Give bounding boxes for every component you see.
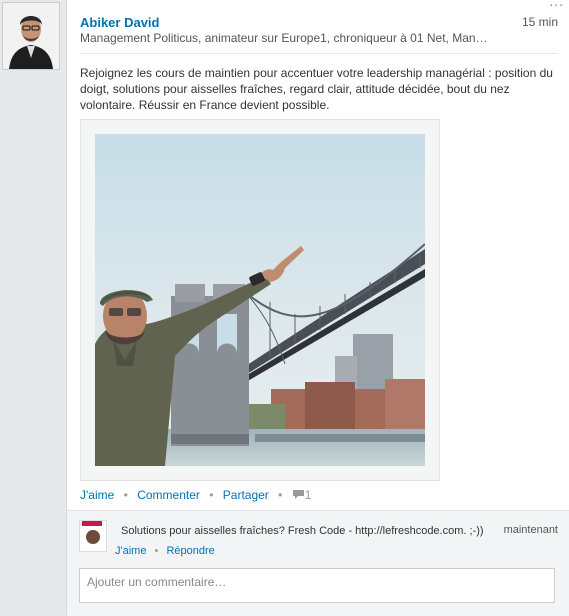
action-separator: • [209, 488, 214, 502]
post-photo [95, 134, 425, 466]
comment-button[interactable]: Commenter [137, 488, 200, 502]
comment-like-button[interactable]: J'aime [115, 545, 146, 557]
action-separator: • [123, 488, 128, 502]
comment-actions: J'aime • Répondre [115, 545, 215, 557]
author-avatar[interactable] [2, 2, 60, 70]
commenter-photo [86, 530, 100, 544]
feed-post-card: ... Abiker David 15 min Management Polit… [66, 0, 569, 616]
author-headline: Management Politicus, animateur sur Euro… [80, 31, 488, 45]
comment-action-separator: • [154, 545, 159, 557]
post-timestamp: 15 min [521, 15, 558, 29]
share-button[interactable]: Partager [223, 488, 269, 502]
more-options-icon[interactable]: ... [549, 0, 564, 9]
author-name[interactable]: Abiker David [80, 15, 159, 30]
post-body-text: Rejoignez les cours de maintien pour acc… [80, 66, 553, 112]
header-divider [80, 53, 558, 54]
commenter-avatar[interactable] [79, 520, 107, 552]
post-image[interactable] [80, 119, 440, 481]
comment-count-label: 1 [304, 488, 312, 502]
author-photo [3, 3, 59, 69]
add-comment-input[interactable] [79, 568, 555, 603]
post-actions-bar: J'aime • Commenter • Partager • 1 [80, 488, 311, 502]
comment-reply-button[interactable]: Répondre [166, 545, 214, 557]
comment-timestamp: maintenant [503, 524, 558, 536]
comment-count[interactable]: 1 [292, 488, 312, 502]
comments-section: Solutions pour aisselles fraîches? Fresh… [67, 510, 569, 616]
comment-text: Solutions pour aisselles fraîches? Fresh… [121, 525, 484, 537]
fresh-code-logo-bar [82, 521, 102, 526]
speech-bubble-icon [292, 490, 304, 499]
action-separator: • [278, 488, 283, 502]
left-rail [0, 0, 66, 615]
like-button[interactable]: J'aime [80, 488, 114, 502]
